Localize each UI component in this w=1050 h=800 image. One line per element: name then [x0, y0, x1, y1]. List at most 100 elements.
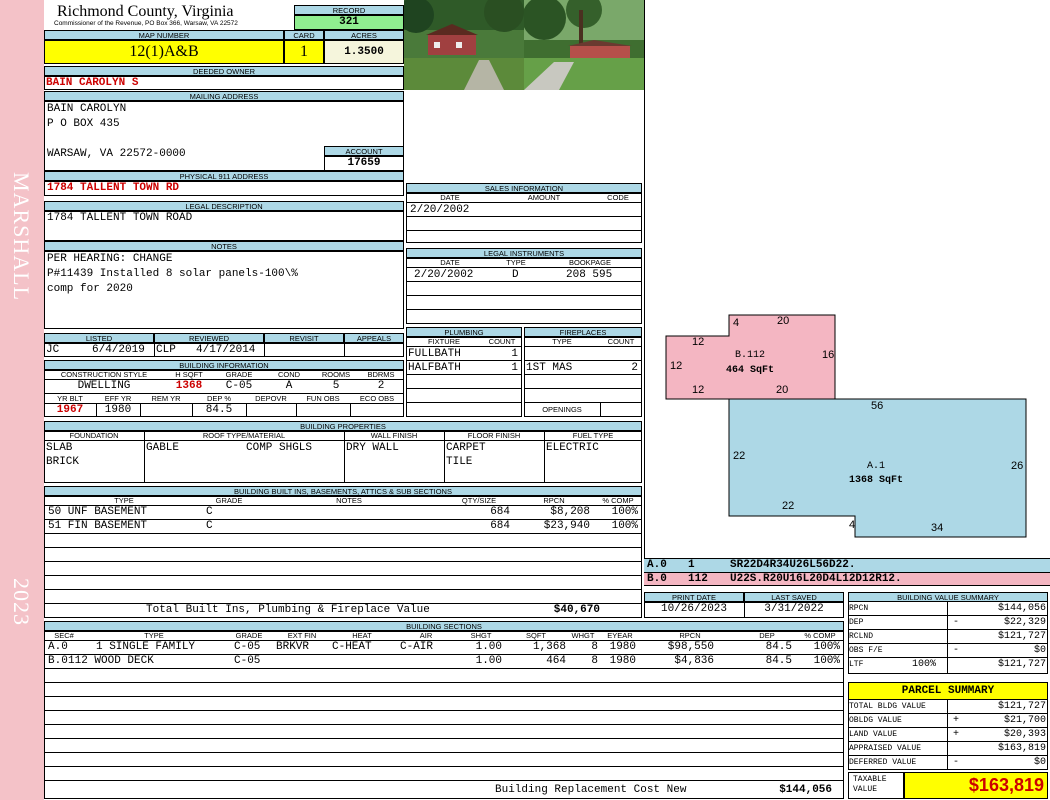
sec-col-type: TYPE	[144, 631, 164, 640]
vs-row-rpcn: RPCN $144,056	[848, 602, 1048, 616]
house-dim-notch: 4	[849, 519, 856, 531]
vs-rpcn-label: RPCN	[849, 604, 869, 613]
replacement-cost-label: Building Replacement Cost New	[495, 784, 687, 796]
building-sections-table	[44, 631, 844, 799]
vs-rpcn-value: $144,056	[997, 603, 1046, 614]
listed-header: LISTED	[44, 333, 154, 343]
prop-col-wall: WALL FINISH	[370, 431, 418, 440]
parcel-row-appraised: APPRAISED VALUE $163,819	[848, 742, 1048, 756]
reviewed-date: 4/17/2014	[196, 344, 256, 356]
print-date: 10/26/2023	[660, 603, 727, 615]
deck-dim-bottom-left: 12	[692, 384, 705, 396]
builtin-qty-1: 684	[490, 506, 510, 518]
deeded-owner-header: DEEDED OWNER	[44, 66, 404, 76]
section-rpcn-1: $98,550	[667, 641, 714, 653]
account-number: 17659	[324, 156, 404, 171]
builtin-grade-1: C	[206, 506, 213, 518]
builtins-total: $40,670	[553, 604, 600, 616]
property-photo-1[interactable]	[404, 0, 524, 90]
section-rpcn-2: $4,836	[674, 655, 714, 667]
sketch-area: 4 20 12 16 12 12 20 B.112 464 SqFt 56 22…	[644, 0, 1050, 558]
wall-finish: DRY WALL	[346, 442, 399, 454]
deck-dim-upper-left: 12	[692, 336, 705, 348]
bi-col-grade: GRADE	[225, 370, 253, 379]
foundation-1: SLAB	[46, 442, 73, 454]
vs-row-obs: OBS F/E - $0	[848, 644, 1048, 658]
sec-col-sqft: SQFT	[526, 631, 546, 640]
building-bdrms: 2	[377, 380, 385, 392]
instrument-date-1: 2/20/2002	[414, 269, 474, 281]
sidebar-year: 2023	[9, 578, 34, 626]
replacement-cost: $144,056	[779, 784, 832, 796]
physical-address-header: PHYSICAL 911 ADDRESS	[44, 171, 404, 181]
notes-line-1: PER HEARING: CHANGE	[47, 253, 173, 265]
building-grade: C-05	[225, 380, 253, 392]
acres-value: 1.3500	[324, 40, 404, 64]
depreciation-pct: 84.5	[205, 404, 233, 416]
builtin-col-notes: NOTES	[336, 496, 362, 505]
deeded-owner: BAIN CAROLYN S	[46, 77, 139, 89]
deck-dim-bottom: 20	[776, 384, 789, 396]
parcel-land-label: LAND VALUE	[849, 730, 898, 739]
taxable-label: TAXABLE VALUE	[848, 772, 904, 799]
builtin-rpcn-2: $23,940	[543, 520, 590, 532]
sales-date-1: 2/20/2002	[410, 204, 470, 216]
deck-area: 464 SqFt	[725, 365, 774, 376]
builtins-header: BUILDING BUILT INS, BASEMENTS, ATTICS & …	[44, 486, 642, 496]
parcel-row-obldg: OBLDG VALUE + $21,700	[848, 714, 1048, 728]
house-area: 1368 SqFt	[848, 475, 903, 486]
bi-col-yrblt: YR BLT	[57, 394, 83, 403]
deck-dim-top: 20	[777, 315, 790, 327]
heated-sqft: 1368	[175, 380, 203, 392]
appeals-header: APPEALS	[344, 333, 404, 343]
builtin-qty-2: 684	[490, 520, 510, 532]
bi-col-remyr: REM YR	[151, 394, 181, 403]
listed-by: JC	[46, 344, 60, 356]
value-summary-header: BUILDING VALUE SUMMARY	[848, 592, 1048, 602]
fireplaces-header: FIREPLACES	[524, 327, 642, 337]
vector-path-a: SR22D4R34U26L56D22.	[730, 559, 856, 571]
vs-obs-value: $0	[1033, 645, 1046, 656]
builtin-type-1: 50 UNF BASEMENT	[48, 506, 148, 518]
section-heat-1: C-HEAT	[332, 641, 372, 653]
parcel-obldg-sign: +	[952, 715, 959, 726]
section-comp-2: 100%	[813, 655, 840, 667]
legal-description-header: LEGAL DESCRIPTION	[44, 201, 404, 211]
legal-description: 1784 TALLENT TOWN ROAD	[47, 212, 193, 224]
vs-rclnd-value: $121,727	[997, 631, 1046, 642]
building-properties-header: BUILDING PROPERTIES	[44, 421, 642, 431]
fireplace-type-1: 1ST MAS	[526, 362, 573, 374]
fireplace-col-count: COUNT	[607, 337, 635, 346]
mailing-address-header: MAILING ADDRESS	[44, 91, 404, 101]
plumbing-col-count: COUNT	[488, 337, 516, 346]
vector-sec-a: A.0	[647, 559, 667, 571]
section-dep-2: 84.5	[765, 655, 792, 667]
prop-col-floor: FLOOR FINISH	[467, 431, 521, 440]
bi-col-rooms: ROOMS	[321, 370, 351, 379]
instrument-type-1: D	[512, 269, 519, 281]
vector-sec-b: B.0	[647, 573, 667, 585]
prop-col-foundation: FOUNDATION	[69, 431, 119, 440]
physical-address: 1784 TALLENT TOWN RD	[47, 182, 180, 194]
vs-dep-value: $22,329	[1003, 617, 1046, 628]
last-saved-header: LAST SAVED	[744, 592, 844, 602]
section-type-2: 112 WOOD DECK	[68, 655, 154, 667]
last-saved-date: 3/31/2022	[764, 603, 824, 615]
section-sqft-2: 464	[546, 655, 566, 667]
building-cond: A	[285, 380, 293, 392]
section-shgt-2: 1.00	[475, 655, 502, 667]
notes-line-3: comp for 2020	[47, 283, 133, 295]
sec-col-heat: HEAT	[352, 631, 372, 640]
section-air-1: C-AIR	[400, 641, 434, 653]
property-photo-2[interactable]	[524, 0, 644, 90]
building-rooms: 5	[332, 380, 340, 392]
sales-col-date: DATE	[440, 193, 460, 202]
vector-code-a: 1	[688, 559, 695, 571]
sec-col-grade: GRADE	[235, 631, 263, 640]
map-number-header: MAP NUMBER	[44, 30, 284, 40]
bi-col-ecoobs: ECO OBS	[359, 394, 395, 403]
instrument-col-date: DATE	[440, 258, 460, 267]
deck-label: B.112	[734, 350, 765, 361]
fuel-type: ELECTRIC	[546, 442, 599, 454]
sales-col-amount: AMOUNT	[527, 193, 561, 202]
